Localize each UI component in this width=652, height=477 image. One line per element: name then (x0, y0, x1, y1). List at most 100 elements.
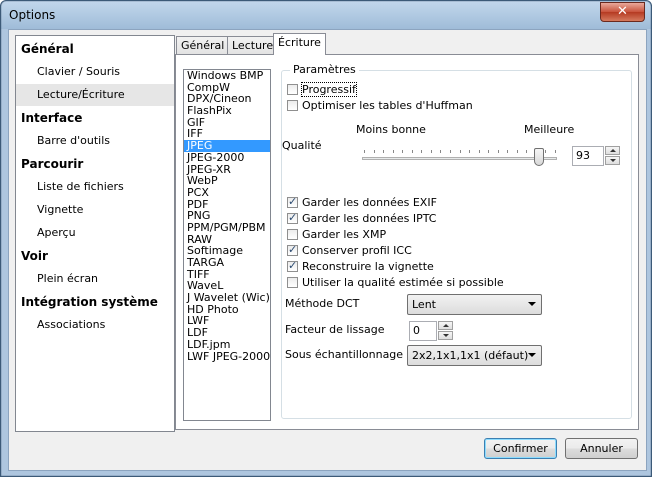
estimated-quality-checkbox[interactable]: Utiliser la qualité estimée si possible (287, 276, 504, 290)
smoothing-value: 0 (413, 324, 420, 337)
slider-tick (383, 150, 385, 153)
slider-tick (373, 150, 375, 153)
sidebar-item-associations[interactable]: Associations (16, 314, 174, 336)
slider-tick (488, 150, 490, 153)
smoothing-up-arrow-icon[interactable] (438, 321, 453, 330)
tab-read[interactable]: Lecture (227, 36, 279, 54)
slider-tick (449, 150, 451, 153)
format-item[interactable]: FlashPix (184, 105, 270, 117)
icc-label: Conserver profil ICC (302, 244, 412, 257)
format-item[interactable]: LDF.jpm (184, 339, 270, 351)
options-window: Options ✕ Général Clavier / Souris Lectu… (0, 0, 652, 477)
slider-tick (364, 150, 365, 153)
rebuild-thumbnail-label: Reconstruire la vignette (302, 260, 434, 273)
title-bar[interactable]: Options ✕ (1, 1, 651, 29)
slider-tick (421, 150, 423, 153)
confirm-button[interactable]: Confirmer (484, 438, 557, 459)
quality-value-field[interactable]: 93 (572, 146, 604, 166)
write-tab-panel: Windows BMP CompW DPX/Cineon FlashPix GIF IFF… (175, 54, 639, 430)
format-item[interactable]: Windows BMP (184, 70, 270, 82)
close-button[interactable]: ✕ (600, 2, 645, 22)
format-item[interactable]: LWF JPEG-2000 (184, 350, 270, 363)
format-list[interactable]: Windows BMP CompW DPX/Cineon FlashPix GIF IFF… (183, 69, 271, 421)
iptc-label: Garder les données IPTC (302, 212, 437, 225)
quality-slider-thumb[interactable] (534, 148, 545, 166)
sidebar-item-toolbar[interactable]: Barre d'outils (16, 130, 174, 152)
quality-high-label: Meilleure (524, 123, 575, 136)
iptc-checkbox[interactable]: Garder les données IPTC (287, 211, 437, 226)
slider-tick (497, 150, 499, 153)
group-general[interactable]: Général (21, 42, 74, 56)
smoothing-label: Facteur de lissage (285, 323, 385, 336)
slider-tick (440, 150, 442, 153)
format-item[interactable]: JPEG-2000 (184, 152, 270, 164)
group-view[interactable]: Voir (21, 249, 48, 263)
parameters-group: Paramètres Progressif Optimiser les tabl… (281, 63, 632, 419)
smoothing-value-field[interactable]: 0 (409, 321, 437, 341)
slider-tick (402, 150, 404, 153)
huffman-check-box[interactable] (287, 100, 298, 111)
slider-tick (411, 150, 413, 153)
quality-up-arrow-icon[interactable] (605, 146, 620, 155)
slider-tick (516, 150, 518, 153)
quality-spinner[interactable] (605, 146, 620, 166)
slider-tick (555, 150, 556, 153)
sidebar-item-keyboard-mouse[interactable]: Clavier / Souris (16, 61, 174, 83)
sidebar-item-file-list[interactable]: Liste de fichiers (16, 176, 174, 198)
dct-select[interactable]: Lent (407, 294, 542, 315)
huffman-label: Optimiser les tables d'Huffman (302, 99, 473, 112)
icc-check-box[interactable] (287, 243, 298, 257)
xmp-label: Garder les XMP (302, 228, 387, 241)
xmp-check-box[interactable] (287, 229, 298, 240)
sidebar-item-preview[interactable]: Aperçu (16, 222, 174, 244)
window-title: Options (9, 8, 56, 22)
sidebar-item-read-write[interactable]: Lecture/Écriture (16, 84, 174, 106)
slider-tick (430, 150, 432, 153)
estimated-quality-check-box[interactable] (287, 277, 298, 288)
slider-tick (545, 150, 547, 153)
format-item[interactable]: PPM/PGM/PBM (184, 222, 270, 234)
rebuild-thumbnail-check-box[interactable] (287, 259, 298, 273)
dct-label: Méthode DCT (285, 297, 360, 310)
format-item[interactable]: J Wavelet (Wic) (184, 292, 270, 304)
progressive-checkbox[interactable]: Progressif (287, 82, 357, 97)
slider-tick (526, 150, 528, 153)
chevron-down-icon (528, 302, 536, 306)
exif-checkbox[interactable]: Garder les données EXIF (287, 195, 437, 210)
subsampling-label: Sous échantillonnage (285, 348, 404, 361)
chevron-down-icon (528, 353, 536, 357)
format-item[interactable]: TARGA (184, 257, 270, 269)
dct-value: Lent (412, 298, 436, 311)
sidebar-item-fullscreen[interactable]: Plein écran (16, 268, 174, 290)
group-system-integration[interactable]: Intégration système (21, 295, 158, 309)
icc-checkbox[interactable]: Conserver profil ICC (287, 243, 412, 258)
exif-check-box[interactable] (287, 195, 298, 209)
slider-tick (478, 150, 480, 153)
exif-label: Garder les données EXIF (302, 196, 437, 209)
subsampling-select[interactable]: 2x2,1x1,1x1 (défaut) (407, 345, 542, 366)
quality-label: Qualité (282, 139, 322, 152)
smoothing-spinner[interactable] (438, 321, 453, 341)
group-interface[interactable]: Interface (21, 111, 82, 125)
cancel-button[interactable]: Annuler (565, 438, 638, 459)
quality-slider-track[interactable] (362, 157, 557, 160)
slider-tick (469, 150, 471, 153)
quality-value: 93 (576, 149, 590, 162)
group-browse[interactable]: Parcourir (21, 157, 83, 171)
progressive-check-box[interactable] (287, 84, 298, 95)
rebuild-thumbnail-checkbox[interactable]: Reconstruire la vignette (287, 259, 434, 274)
iptc-check-box[interactable] (287, 211, 298, 225)
slider-tick (392, 150, 394, 153)
xmp-checkbox[interactable]: Garder les XMP (287, 228, 386, 242)
parameters-caption: Paramètres (290, 63, 359, 76)
progressive-label: Progressif (301, 82, 357, 97)
tab-write[interactable]: Écriture (273, 33, 326, 55)
format-item[interactable]: PCX (184, 187, 270, 199)
sidebar-item-thumbnail[interactable]: Vignette (16, 199, 174, 221)
category-tree: Général Clavier / Souris Lecture/Écritur… (15, 35, 175, 432)
huffman-checkbox[interactable]: Optimiser les tables d'Huffman (287, 99, 473, 113)
tab-general[interactable]: Général (176, 36, 230, 54)
quality-down-arrow-icon[interactable] (605, 156, 620, 165)
smoothing-down-arrow-icon[interactable] (438, 331, 453, 340)
estimated-quality-label: Utiliser la qualité estimée si possible (302, 276, 504, 289)
